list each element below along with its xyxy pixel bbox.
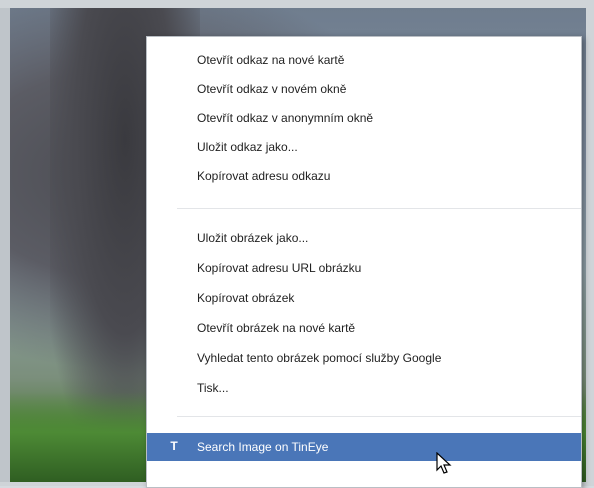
menu-item-search-image-google[interactable]: Vyhledat tento obrázek pomocí služby Goo…	[147, 345, 581, 371]
menu-separator	[177, 208, 581, 209]
menu-item-copy-image-url[interactable]: Kopírovat adresu URL obrázku	[147, 255, 581, 281]
tineye-icon: T	[170, 439, 178, 453]
menu-item-label: Search Image on TinEye	[197, 440, 329, 454]
menu-item-save-image-as[interactable]: Uložit obrázek jako...	[147, 225, 581, 251]
menu-item-label: Otevřít odkaz v novém okně	[197, 82, 347, 96]
menu-item-label: Otevřít odkaz na nové kartě	[197, 53, 345, 67]
menu-item-label: Otevřít obrázek na nové kartě	[197, 321, 356, 335]
menu-item-open-link-incognito[interactable]: Otevřít odkaz v anonymním okně	[147, 105, 581, 131]
menu-item-label: Vyhledat tento obrázek pomocí služby Goo…	[197, 351, 442, 365]
frame-edge	[0, 8, 10, 482]
menu-item-open-link-new-window[interactable]: Otevřít odkaz v novém okně	[147, 76, 581, 102]
menu-item-print[interactable]: Tisk...	[147, 375, 581, 401]
menu-item-copy-link-address[interactable]: Kopírovat adresu odkazu	[147, 163, 581, 189]
menu-item-label: Kopírovat obrázek	[197, 291, 295, 305]
menu-item-label: Kopírovat adresu URL obrázku	[197, 261, 362, 275]
menu-item-label: Otevřít odkaz v anonymním okně	[197, 111, 374, 125]
menu-item-open-link-new-tab[interactable]: Otevřít odkaz na nové kartě	[147, 47, 581, 73]
menu-item-save-link-as[interactable]: Uložit odkaz jako...	[147, 134, 581, 160]
menu-item-label: Kopírovat adresu odkazu	[197, 169, 331, 183]
menu-item-label: Uložit obrázek jako...	[197, 231, 309, 245]
menu-separator	[177, 416, 581, 417]
menu-item-label: Tisk...	[197, 381, 229, 395]
menu-item-copy-image[interactable]: Kopírovat obrázek	[147, 285, 581, 311]
menu-item-search-tineye[interactable]: T Search Image on TinEye	[147, 433, 581, 461]
menu-item-open-image-new-tab[interactable]: Otevřít obrázek na nové kartě	[147, 315, 581, 341]
context-menu: Otevřít odkaz na nové kartě Otevřít odka…	[146, 36, 582, 488]
mouse-pointer-icon	[436, 452, 452, 474]
menu-item-label: Uložit odkaz jako...	[197, 140, 298, 154]
